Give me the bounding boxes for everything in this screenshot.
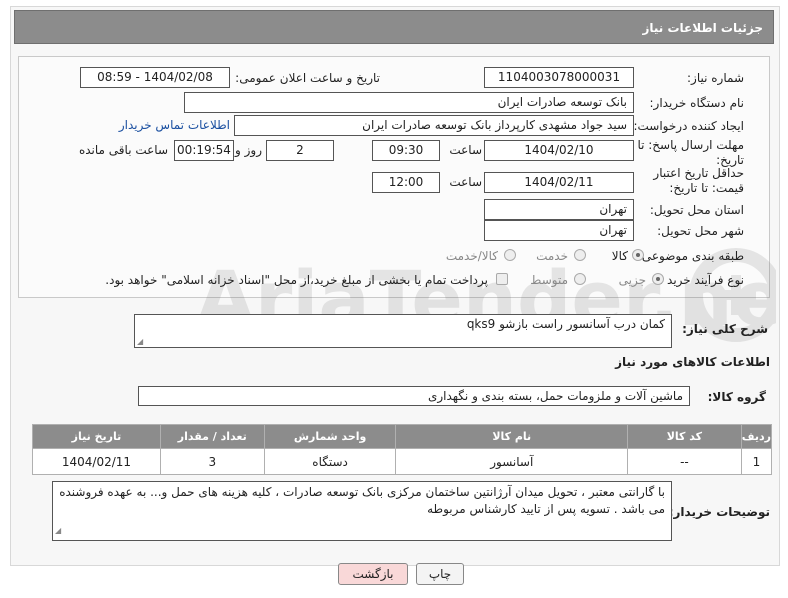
- category-label: طبقه بندی موضوعی:: [637, 249, 744, 263]
- column-header-unit: واحد شمارش: [263, 424, 397, 449]
- need-number-field: 1104003078000031: [484, 67, 634, 88]
- province-label: استان محل تحویل:: [649, 203, 744, 217]
- items-table: ردیف کد کالا نام کالا واحد شمارش تعداد /…: [32, 424, 773, 475]
- process-radio-medium[interactable]: [574, 273, 586, 285]
- column-header-item-name: نام کالا: [395, 424, 629, 449]
- description-field: کمان درب آسانسور راست بازشو qks9 ◢: [134, 314, 672, 348]
- category-radio-service[interactable]: [574, 249, 586, 261]
- column-header-need-date: تاریخ نیاز: [32, 424, 161, 449]
- column-header-quantity: تعداد / مقدار: [159, 424, 265, 449]
- process-option-medium: متوسط: [530, 273, 568, 287]
- process-radio-minor[interactable]: [652, 273, 664, 285]
- cell-need-date: 1404/02/11: [32, 448, 161, 475]
- price-validity-label: حداقل تاریخ اعتبار قیمت: تا تاریخ:: [653, 166, 744, 195]
- treasury-payment-checkbox[interactable]: [496, 273, 508, 285]
- province-field: تهران: [484, 199, 634, 220]
- validity-date-field: 1404/02/11: [484, 172, 634, 193]
- treasury-payment-note: پرداخت تمام یا بخشی از مبلغ خرید،از محل …: [105, 273, 488, 287]
- category-option-goods-service: کالا/خدمت: [445, 249, 498, 263]
- category-option-goods: کالا: [611, 249, 628, 263]
- table-row: 1 -- آسانسور دستگاه 3 1404/02/11: [32, 448, 773, 475]
- need-number-label: شماره نیاز:: [687, 71, 744, 85]
- creator-label: ایجاد کننده درخواست:: [633, 119, 744, 133]
- validity-time-field: 12:00: [372, 172, 440, 193]
- buyer-org-label: نام دستگاه خریدار:: [649, 96, 745, 110]
- buyer-org-field: بانک توسعه صادرات ایران: [184, 92, 634, 113]
- days-remaining-field: 2: [266, 140, 334, 161]
- validity-time-label: ساعت: [449, 175, 482, 189]
- city-label: شهر محل تحویل:: [657, 224, 744, 238]
- buyer-notes-label: توضیحات خریدار:: [668, 505, 770, 519]
- column-header-item-code: کد کالا: [627, 424, 742, 449]
- announce-datetime-field: 1404/02/08 - 08:59: [80, 67, 230, 88]
- resize-handle-icon[interactable]: ◢: [55, 522, 61, 539]
- remaining-time-label: ساعت باقی مانده: [78, 143, 168, 157]
- description-text: کمان درب آسانسور راست بازشو qks9: [466, 317, 665, 331]
- creator-field: سید جواد مشهدی کارپرداز بانک توسعه صادرا…: [234, 115, 634, 136]
- process-option-minor: جزیی: [618, 273, 646, 287]
- resize-handle-icon[interactable]: ◢: [137, 337, 143, 346]
- category-option-service: خدمت: [536, 249, 568, 263]
- cell-row-number: 1: [740, 448, 773, 475]
- reply-time-field: 09:30: [372, 140, 440, 161]
- city-field: تهران: [484, 220, 634, 241]
- print-button[interactable]: چاپ: [416, 563, 464, 585]
- description-label: شرح کلی نیاز:: [682, 322, 768, 336]
- goods-section-title: اطلاعات کالاهای مورد نیاز: [615, 355, 770, 369]
- back-button[interactable]: بازگشت: [338, 563, 408, 585]
- cell-item-code: --: [627, 448, 742, 475]
- column-header-row-number: ردیف: [740, 424, 773, 449]
- announce-label: تاریخ و ساعت اعلان عمومی:: [235, 71, 380, 85]
- cell-quantity: 3: [159, 448, 265, 475]
- process-label: نوع فرآیند خرید :: [659, 273, 744, 287]
- days-label: روز و: [235, 143, 262, 157]
- cell-item-name: آسانسور: [395, 448, 629, 475]
- reply-time-label: ساعت: [449, 143, 482, 157]
- buyer-notes-text: با گارانتی معتبر ، تحویل میدان آرژانتین …: [59, 485, 665, 516]
- remaining-time-field: 00:19:54: [174, 140, 234, 161]
- reply-deadline-label: مهلت ارسال پاسخ: تا تاریخ:: [637, 138, 744, 167]
- buyer-notes-field: با گارانتی معتبر ، تحویل میدان آرژانتین …: [52, 481, 672, 541]
- category-radio-goods[interactable]: [632, 249, 644, 261]
- cell-unit: دستگاه: [263, 448, 397, 475]
- page-header: جزئیات اطلاعات نیاز: [14, 10, 774, 44]
- goods-group-field: ماشین آلات و ملزومات حمل، بسته بندی و نگ…: [138, 386, 690, 406]
- reply-date-field: 1404/02/10: [484, 140, 634, 161]
- goods-group-label: گروه کالا:: [707, 390, 766, 404]
- items-table-header-row: ردیف کد کالا نام کالا واحد شمارش تعداد /…: [32, 424, 773, 449]
- category-radio-goods-service[interactable]: [504, 249, 516, 261]
- buyer-contact-link[interactable]: اطلاعات تماس خریدار: [119, 118, 230, 132]
